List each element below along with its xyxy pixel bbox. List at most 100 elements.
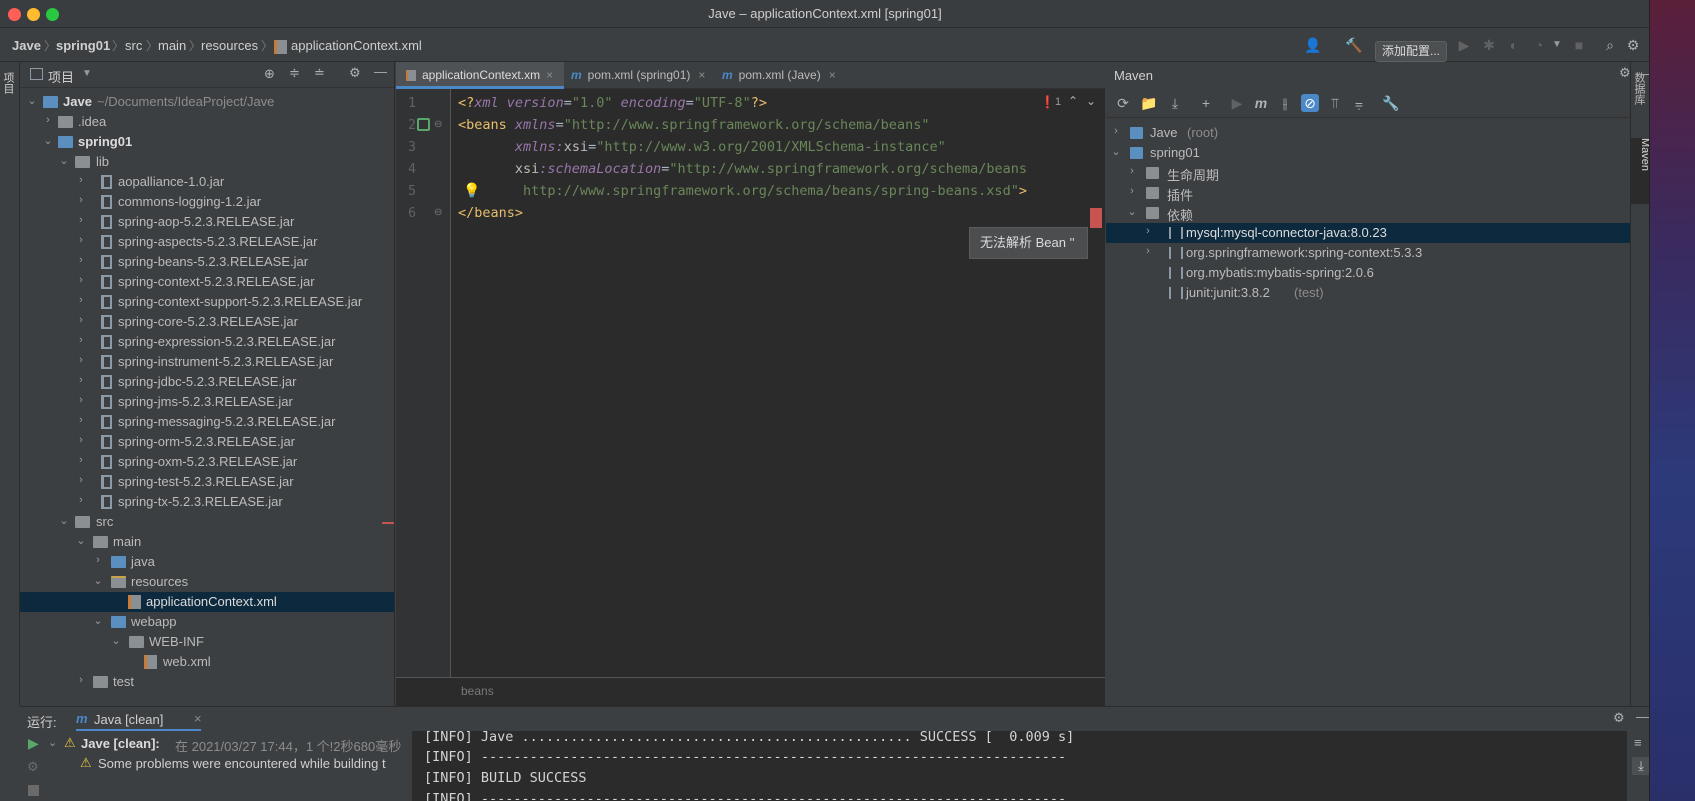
chevron-down-icon[interactable]: ⌄	[42, 134, 54, 147]
chevron-right-icon[interactable]: ›	[75, 334, 87, 346]
generate-sources-icon[interactable]: 📁	[1140, 94, 1158, 112]
tree-item[interactable]: › java	[20, 552, 394, 572]
spring-bean-gutter-icon[interactable]	[417, 118, 430, 131]
breadcrumb-project[interactable]: Jave	[12, 38, 41, 53]
chevron-down-icon[interactable]: ⌄	[26, 94, 38, 107]
breadcrumb-resources[interactable]: resources	[201, 38, 258, 53]
chevron-down-icon[interactable]: ⌄	[75, 534, 87, 547]
tree-item[interactable]: › spring-aop-5.2.3.RELEASE.jar	[20, 212, 394, 232]
stop-icon[interactable]: ■	[1570, 36, 1588, 54]
tree-item[interactable]: › spring-orm-5.2.3.RELEASE.jar	[20, 432, 394, 452]
tree-item[interactable]: › spring-beans-5.2.3.RELEASE.jar	[20, 252, 394, 272]
tree-item[interactable]: › spring-test-5.2.3.RELEASE.jar	[20, 472, 394, 492]
hide-panel-icon[interactable]: —	[1636, 709, 1649, 724]
tree-item[interactable]: › spring-jms-5.2.3.RELEASE.jar	[20, 392, 394, 412]
chevron-right-icon[interactable]: ›	[75, 454, 87, 466]
maven-tool-window-button[interactable]: Maven	[1631, 138, 1649, 204]
breadcrumb-module[interactable]: spring01	[56, 38, 110, 53]
code-line-4[interactable]: xsi:schemaLocation="http://www.springfra…	[458, 161, 1027, 177]
expand-all-icon[interactable]: ≑	[289, 65, 300, 81]
locate-icon[interactable]: ⊕	[264, 66, 275, 82]
tree-item[interactable]: › spring-tx-5.2.3.RELEASE.jar	[20, 492, 394, 512]
close-icon[interactable]: ×	[194, 711, 202, 726]
add-configuration-button[interactable]: 添加配置...	[1375, 41, 1447, 62]
tree-item[interactable]: › test	[20, 672, 394, 692]
chevron-right-icon[interactable]: ›	[75, 474, 87, 486]
chevron-right-icon[interactable]: ›	[75, 294, 87, 306]
error-indicator-icon[interactable]: ❗	[1040, 95, 1055, 109]
tree-item[interactable]: web.xml	[20, 652, 394, 672]
soft-wrap-icon[interactable]: ≡	[1634, 735, 1642, 750]
maven-tree-item[interactable]: ⌄ 依赖	[1106, 203, 1630, 223]
tree-item[interactable]: ⌄ resources	[20, 572, 394, 592]
tree-item[interactable]: › spring-expression-5.2.3.RELEASE.jar	[20, 332, 394, 352]
maven-tree-item[interactable]: › Jave (root)	[1106, 123, 1630, 143]
tree-item[interactable]: › spring-instrument-5.2.3.RELEASE.jar	[20, 352, 394, 372]
reload-icon[interactable]: ⟳	[1114, 94, 1132, 112]
maven-tree-item-selected[interactable]: › mysql:mysql-connector-java:8.0.23	[1106, 223, 1630, 243]
maven-tree-item[interactable]: › org.springframework:spring-context:5.3…	[1106, 243, 1630, 263]
tab-applicationcontext[interactable]: applicationContext.xm ×	[396, 62, 564, 89]
run-tab[interactable]: m Java [clean] ×	[76, 707, 202, 731]
chevron-down-icon[interactable]: ▼	[82, 68, 92, 79]
tree-item[interactable]: › spring-jdbc-5.2.3.RELEASE.jar	[20, 372, 394, 392]
tree-item[interactable]: › spring-context-5.2.3.RELEASE.jar	[20, 272, 394, 292]
breadcrumb-src[interactable]: src	[125, 38, 142, 53]
chevron-right-icon[interactable]: ›	[75, 414, 87, 426]
add-icon[interactable]: +	[1197, 94, 1215, 112]
code-line-1[interactable]: <?xml version="1.0" encoding="UTF-8"?>	[458, 95, 767, 111]
next-problem-icon[interactable]: ⌄	[1086, 94, 1096, 108]
tree-item[interactable]: › spring-context-support-5.2.3.RELEASE.j…	[20, 292, 394, 312]
run-icon[interactable]: ▶	[1228, 94, 1246, 112]
tree-item[interactable]: ⌄ lib	[20, 152, 394, 172]
tree-item[interactable]: › commons-logging-1.2.jar	[20, 192, 394, 212]
fold-icon[interactable]: ⊖	[434, 207, 442, 218]
toggle-offline-icon[interactable]: ⫲	[1276, 94, 1294, 112]
chevron-down-icon[interactable]: ⌄	[110, 634, 122, 647]
chevron-right-icon[interactable]: ›	[75, 174, 87, 186]
build-hammer-icon[interactable]: 🔨	[1345, 36, 1363, 54]
chevron-right-icon[interactable]: ›	[75, 394, 87, 406]
tree-item[interactable]: › .idea	[20, 112, 394, 132]
collapse-all-icon[interactable]: ⩦	[1350, 94, 1368, 112]
tab-pom-jave[interactable]: m pom.xml (Jave) ×	[722, 62, 852, 89]
code-line-6[interactable]: </beans>	[458, 205, 523, 221]
tree-item-selected[interactable]: applicationContext.xml	[20, 592, 394, 612]
tree-item[interactable]: ⌄ webapp	[20, 612, 394, 632]
maven-tree-item[interactable]: › 插件	[1106, 183, 1630, 203]
chevron-right-icon[interactable]: ›	[75, 434, 87, 446]
gear-icon[interactable]: ⚙	[349, 65, 361, 81]
download-icon[interactable]: ⤓	[1166, 94, 1184, 112]
project-tool-window-button[interactable]: 项目	[2, 72, 16, 94]
error-count[interactable]: 1	[1055, 96, 1061, 108]
tree-item[interactable]: › spring-messaging-5.2.3.RELEASE.jar	[20, 412, 394, 432]
collapse-all-icon[interactable]: ≐	[314, 65, 325, 81]
tree-item-root[interactable]: ⌄ Jave ~/Documents/IdeaProject/Jave	[20, 92, 394, 112]
maven-tree-item[interactable]: junit:junit:3.8.2 (test)	[1106, 283, 1630, 303]
search-icon[interactable]: ⌕	[1601, 36, 1619, 54]
skip-tests-icon[interactable]: ⊘	[1301, 94, 1319, 112]
gear-icon[interactable]: ⚙	[1619, 65, 1631, 81]
tree-item[interactable]: › aopalliance-1.0.jar	[20, 172, 394, 192]
debug-icon[interactable]: ✱	[1480, 36, 1498, 54]
chevron-right-icon[interactable]: ›	[75, 214, 87, 226]
tree-item[interactable]: ⌄ src	[20, 512, 394, 532]
profile-icon[interactable]: ◔	[1530, 36, 1548, 54]
tree-item[interactable]: › spring-oxm-5.2.3.RELEASE.jar	[20, 452, 394, 472]
maven-tree-item[interactable]: › 生命周期	[1106, 163, 1630, 183]
chevron-right-icon[interactable]: ›	[75, 354, 87, 366]
wrench-icon[interactable]: 🔧	[1382, 94, 1400, 112]
breadcrumb-file[interactable]: applicationContext.xml	[291, 38, 422, 53]
chevron-right-icon[interactable]: ›	[92, 554, 104, 566]
chevron-right-icon[interactable]: ›	[1142, 225, 1154, 237]
chevron-right-icon[interactable]: ›	[1142, 245, 1154, 257]
chevron-right-icon[interactable]: ›	[75, 374, 87, 386]
error-stripe-marker[interactable]	[1090, 208, 1102, 228]
chevron-right-icon[interactable]: ›	[75, 274, 87, 286]
rerun-icon[interactable]: ▶	[28, 735, 39, 752]
chevron-down-icon[interactable]: ⌄	[92, 614, 104, 627]
chevron-right-icon[interactable]: ›	[75, 674, 87, 686]
coverage-icon[interactable]: ◐	[1505, 36, 1523, 54]
code-line-3[interactable]: xmlns:xsi="http://www.w3.org/2001/XMLSch…	[458, 139, 946, 155]
scroll-to-end-icon[interactable]: ⤓	[1632, 757, 1649, 775]
